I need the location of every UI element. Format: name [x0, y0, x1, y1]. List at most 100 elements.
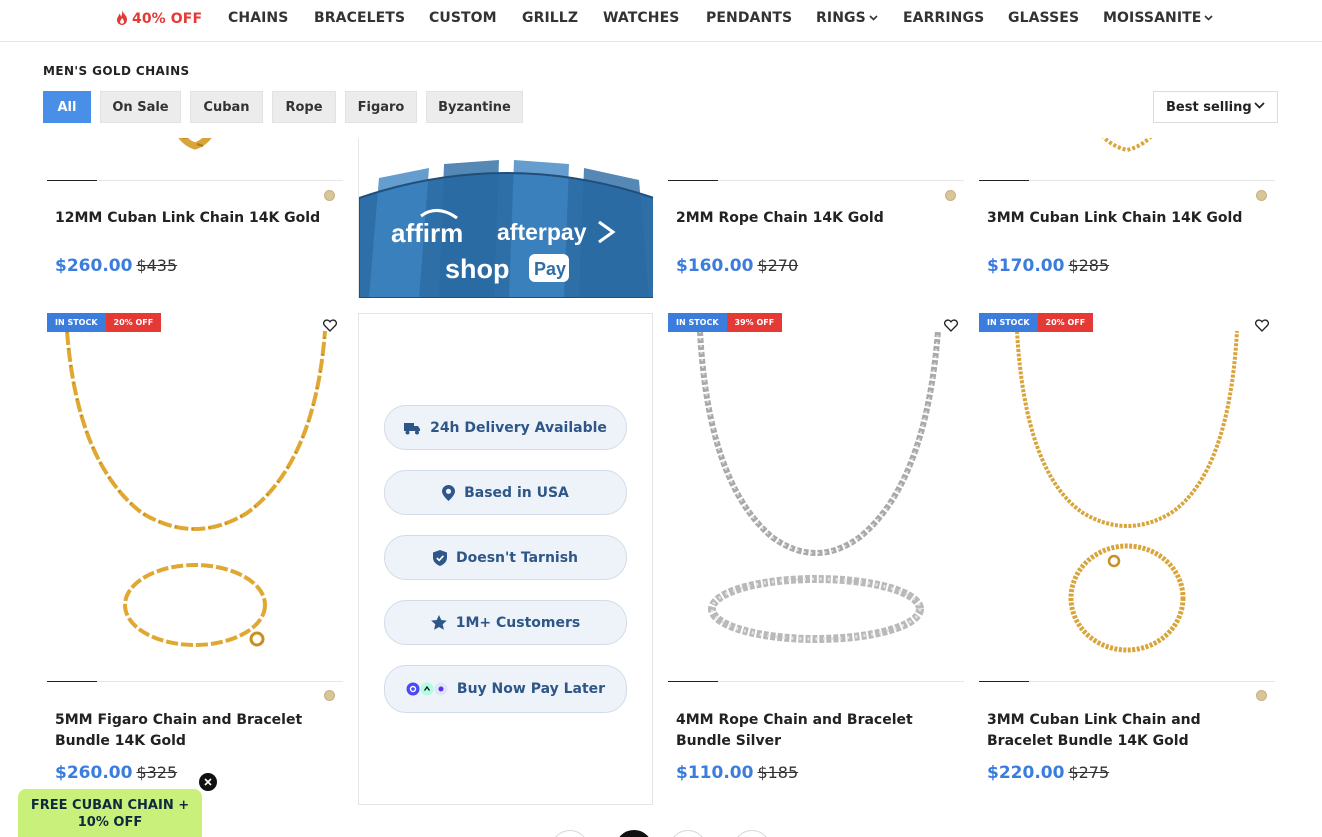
image-divider [979, 180, 1275, 181]
chevron-down-icon [1204, 15, 1214, 21]
image-divider [668, 681, 964, 682]
nav-glasses[interactable]: GLASSES [1008, 10, 1079, 26]
rope-chain-bracelet-image [697, 330, 941, 643]
filter-figaro[interactable]: Figaro [345, 91, 417, 123]
compare-price: $275 [1068, 763, 1110, 782]
nav-watches[interactable]: WATCHES [603, 10, 679, 26]
wishlist-heart-icon[interactable] [323, 319, 337, 332]
compare-price: $270 [757, 256, 799, 275]
affirm-logo: affirm [391, 218, 463, 248]
feature-delivery: 24h Delivery Available [384, 405, 627, 450]
compare-price: $185 [757, 763, 799, 782]
compare-price: $285 [1068, 256, 1110, 275]
feature-bnpl: Buy Now Pay Later [384, 665, 627, 713]
sale-price: $160.00 [676, 256, 754, 276]
figaro-chain-bracelet-image [65, 330, 327, 647]
nav-moissanite[interactable]: MOISSANITE [1103, 10, 1214, 26]
nav-rings[interactable]: RINGS [816, 10, 878, 26]
sort-label: Best selling [1166, 99, 1252, 115]
in-stock-badge: IN STOCK [47, 313, 106, 332]
payment-providers-icon [406, 682, 448, 696]
feature-label: 24h Delivery Available [430, 419, 607, 436]
product-prices: $170.00 $285 [987, 256, 1109, 276]
compare-price: $435 [136, 256, 178, 275]
nav-chains[interactable]: CHAINS [228, 10, 288, 26]
nav-pendants[interactable]: PENDANTS [706, 10, 792, 26]
discount-badge: 20% OFF [105, 313, 162, 332]
product-title[interactable]: 2MM Rope Chain 14K Gold [676, 208, 954, 229]
filter-rope[interactable]: Rope [272, 91, 336, 123]
pagination-page-current[interactable] [615, 830, 653, 837]
product-prices: $110.00 $185 [676, 763, 798, 783]
nav-grillz[interactable]: GRILLZ [522, 10, 578, 26]
pagination-page[interactable] [669, 830, 707, 837]
shop-pay-logo: shop [445, 254, 510, 284]
in-stock-badge: IN STOCK [979, 313, 1038, 332]
feature-customers: 1M+ Customers [384, 600, 627, 645]
promo-popup-tab[interactable]: FREE CUBAN CHAIN + 10% OFF [18, 789, 202, 837]
shield-check-icon [432, 549, 447, 566]
collection-filter-bar: MEN'S GOLD CHAINS All On Sale Cuban Rope… [0, 43, 1322, 138]
feature-label: 1M+ Customers [455, 614, 581, 631]
nav-earrings[interactable]: EARRINGS [903, 10, 984, 26]
product-title[interactable]: 3MM Cuban Link Chain and Bracelet Bundle… [987, 710, 1265, 752]
product-title[interactable]: 5MM Figaro Chain and Bracelet Bundle 14K… [55, 710, 333, 752]
cuban-chain-bracelet-image [1015, 330, 1239, 653]
product-badges: IN STOCK 39% OFF [668, 313, 783, 332]
shop-pay-pay-logo: Pay [534, 259, 566, 279]
collection-title: MEN'S GOLD CHAINS [43, 64, 190, 78]
color-swatch-gold[interactable] [324, 190, 335, 201]
color-swatch-gold[interactable] [324, 690, 335, 701]
product-prices: $160.00 $270 [676, 256, 798, 276]
product-prices: $260.00 $435 [55, 256, 177, 276]
promo-close-button[interactable] [199, 773, 217, 791]
product-image[interactable]: IN STOCK 20% OFF [979, 313, 1275, 681]
product-prices: $260.00 $325 [55, 763, 177, 783]
nav-custom[interactable]: CUSTOM [429, 10, 497, 26]
sale-price: $260.00 [55, 256, 133, 276]
filter-byzantine[interactable]: Byzantine [426, 91, 523, 123]
nav-moissanite-label: MOISSANITE [1103, 10, 1202, 26]
product-image[interactable]: IN STOCK 20% OFF [47, 313, 343, 681]
pagination-prev[interactable] [551, 830, 589, 837]
nav-rings-label: RINGS [816, 10, 866, 26]
image-divider [979, 681, 1275, 682]
top-navigation: 40% OFF CHAINS BRACELETS CUSTOM GRILLZ W… [0, 0, 1322, 42]
feature-label: Based in USA [464, 484, 569, 501]
delivery-truck-icon [404, 422, 421, 434]
compare-price: $325 [136, 763, 178, 782]
color-swatch-gold[interactable] [945, 190, 956, 201]
discount-badge: 20% OFF [1037, 313, 1094, 332]
feature-label: Buy Now Pay Later [456, 681, 606, 697]
wishlist-heart-icon[interactable] [1255, 319, 1269, 332]
promo-line-2: 10% OFF [77, 815, 143, 830]
color-swatch-gold[interactable] [1256, 190, 1267, 201]
product-title[interactable]: 4MM Rope Chain and Bracelet Bundle Silve… [676, 710, 954, 752]
chevron-down-icon [1254, 102, 1265, 109]
sale-price: $170.00 [987, 256, 1065, 276]
feature-usa: Based in USA [384, 470, 627, 515]
filter-cuban[interactable]: Cuban [190, 91, 263, 123]
nav-promo-link[interactable]: 40% OFF [116, 10, 202, 27]
wishlist-heart-icon[interactable] [944, 319, 958, 332]
product-title[interactable]: 3MM Cuban Link Chain 14K Gold [987, 208, 1265, 229]
image-divider [668, 180, 964, 181]
product-badges: IN STOCK 20% OFF [47, 313, 162, 332]
pagination-next[interactable] [733, 830, 771, 837]
filter-on-sale[interactable]: On Sale [100, 91, 181, 123]
payment-options-banner[interactable]: affirm afterpay shop Pay [358, 138, 653, 298]
flame-icon [117, 10, 127, 25]
location-pin-icon [442, 484, 456, 501]
nav-bracelets[interactable]: BRACELETS [314, 10, 405, 26]
feature-tarnish: Doesn't Tarnish [384, 535, 627, 580]
promo-line-1: FREE CUBAN CHAIN + [30, 798, 190, 813]
product-title[interactable]: 12MM Cuban Link Chain 14K Gold [55, 208, 333, 229]
sort-dropdown[interactable]: Best selling [1153, 91, 1278, 123]
filter-all[interactable]: All [43, 91, 91, 123]
color-swatch-gold[interactable] [1256, 690, 1267, 701]
feature-label: Doesn't Tarnish [455, 549, 579, 566]
product-image[interactable]: IN STOCK 39% OFF [668, 313, 964, 681]
sale-price: $220.00 [987, 763, 1065, 783]
chevron-down-icon [869, 15, 878, 21]
money-fan-image: affirm afterpay shop Pay [359, 138, 653, 298]
